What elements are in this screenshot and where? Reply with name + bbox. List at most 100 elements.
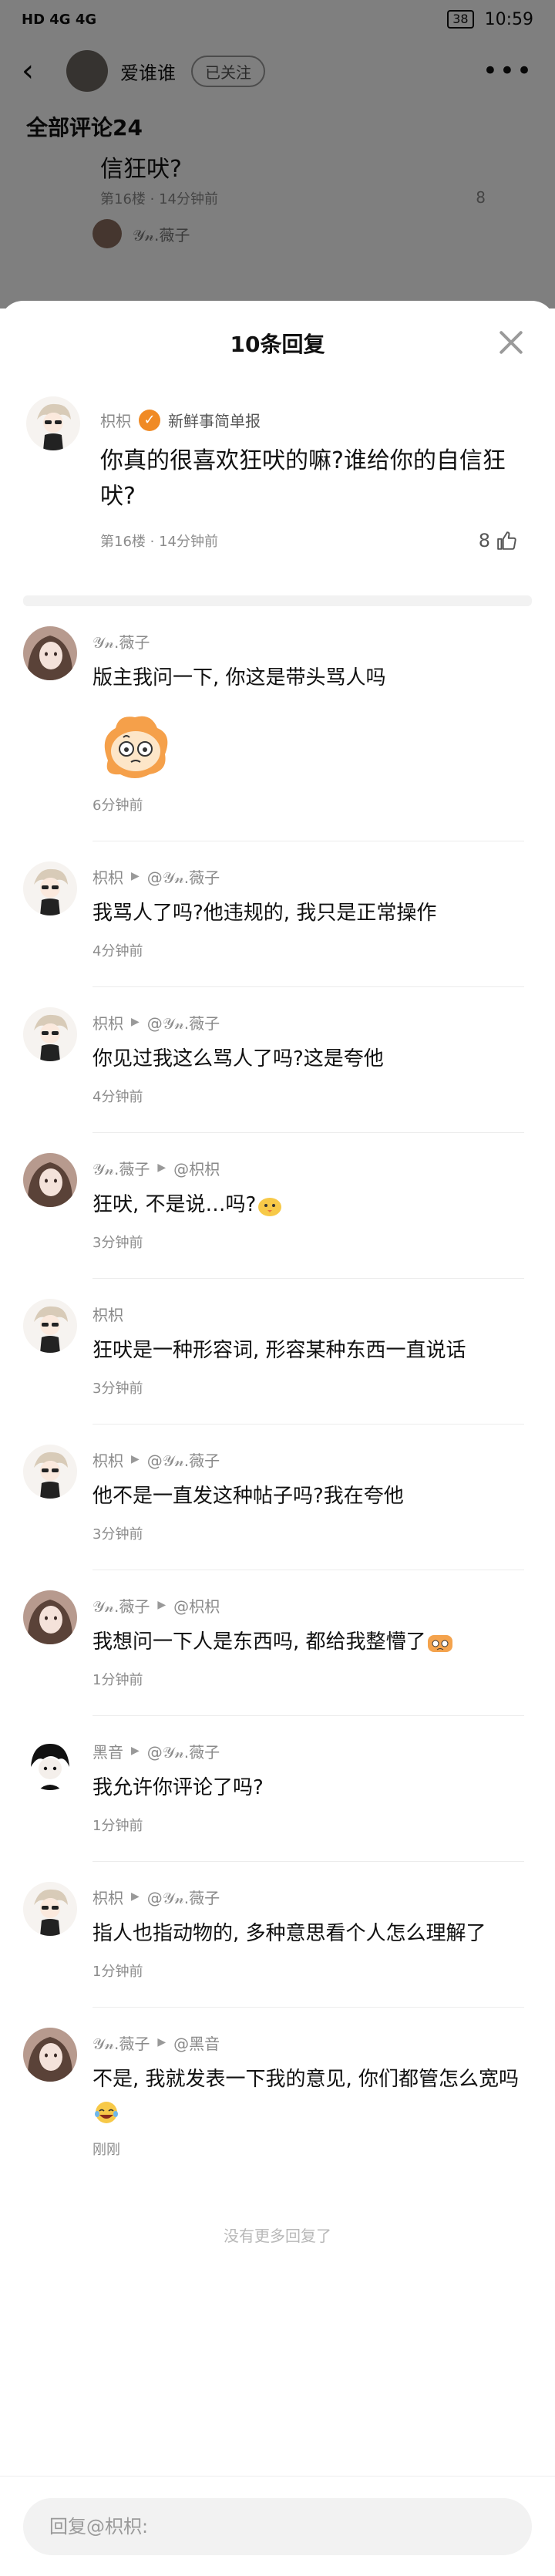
- avatar[interactable]: [23, 1882, 77, 1936]
- reply-text: 我骂人了吗?他违规的, 我只是正常操作: [92, 897, 524, 929]
- avatar[interactable]: [23, 861, 77, 915]
- replies-sheet: 10条回复 枳枳 ✓ 新鲜事简单报 你真的很喜欢狂吠的嘛?谁给你的自信狂吠? 第…: [0, 301, 555, 2576]
- arrow-right-icon: ▶: [157, 2036, 166, 2048]
- main-author[interactable]: 枳枳: [100, 409, 131, 431]
- reply-text: 狂吠是一种形容词, 形容某种东西一直说话: [92, 1334, 524, 1367]
- thumb-up-icon: [497, 531, 516, 550]
- dazed-emoji-icon: [426, 1630, 454, 1655]
- reply-text: 你见过我这么骂人了吗?这是夸他: [92, 1043, 524, 1075]
- main-comment-meta: 第16楼 · 14分钟前: [100, 534, 218, 550]
- reply-time: 3分钟前: [92, 1526, 143, 1543]
- arrow-right-icon: ▶: [131, 1745, 140, 1757]
- avatar[interactable]: [23, 1590, 77, 1644]
- reply-time: 4分钟前: [92, 943, 143, 959]
- reply-item[interactable]: 枳枳 ▶ @𝒴𝓃.薇子你见过我这么骂人了吗?这是夸他 4分钟前: [0, 987, 555, 1133]
- avatar[interactable]: [26, 396, 80, 450]
- reply-item[interactable]: 枳枳 ▶ @𝒴𝓃.薇子指人也指动物的, 多种意思看个人怎么理解了 1分钟前: [0, 1862, 555, 2008]
- arrow-right-icon: ▶: [131, 1890, 140, 1903]
- reply-text: 我允许你评论了吗?: [92, 1772, 524, 1804]
- reply-item[interactable]: 枳枳 ▶ @𝒴𝓃.薇子我骂人了吗?他违规的, 我只是正常操作 4分钟前: [0, 841, 555, 987]
- reply-text-content: 狂吠, 不是说…吗?: [92, 1193, 257, 1216]
- reply-target[interactable]: @黑音: [173, 2031, 220, 2054]
- arrow-right-icon: ▶: [131, 870, 140, 882]
- reply-time: 1分钟前: [92, 1818, 143, 1834]
- reply-author[interactable]: 𝒴𝓃.薇子: [92, 1157, 150, 1179]
- reply-target[interactable]: @枳枳: [173, 1594, 220, 1617]
- avatar[interactable]: [23, 626, 77, 680]
- reply-text-content: 版主我问一下, 你这是带头骂人吗: [92, 666, 386, 690]
- reply-author[interactable]: 枳枳: [92, 1886, 123, 1908]
- reply-text: 指人也指动物的, 多种意思看个人怎么理解了: [92, 1917, 524, 1950]
- chibi-avatar-icon: [26, 396, 80, 450]
- like-count: 8: [478, 530, 490, 551]
- reply-author[interactable]: 𝒴𝓃.薇子: [92, 2031, 150, 2054]
- reply-target[interactable]: @𝒴𝓃.薇子: [147, 1740, 220, 1762]
- reply-time: 3分钟前: [92, 1381, 143, 1397]
- reply-author[interactable]: 黑音: [92, 1740, 123, 1762]
- reply-author[interactable]: 枳枳: [92, 1448, 123, 1471]
- reply-input[interactable]: [23, 2497, 532, 2555]
- reply-time: 6分钟前: [92, 797, 143, 814]
- avatar[interactable]: [23, 1007, 77, 1061]
- reply-time: 1分钟前: [92, 1672, 143, 1688]
- reply-author[interactable]: 枳枳: [92, 1011, 123, 1033]
- reply-item[interactable]: 黑音 ▶ @𝒴𝓃.薇子我允许你评论了吗? 1分钟前: [0, 1716, 555, 1862]
- reply-text-content: 你见过我这么骂人了吗?这是夸他: [92, 1047, 384, 1071]
- avatar[interactable]: [23, 1153, 77, 1207]
- laugh-emoji-icon: [92, 2100, 120, 2125]
- arrow-right-icon: ▶: [131, 1016, 140, 1028]
- reply-list: 𝒴𝓃.薇子 版主我问一下, 你这是带头骂人吗 6分钟前 枳枳 ▶ @𝒴𝓃.薇子 我骂人了吗?…: [0, 606, 555, 2185]
- reply-text: 版主我问一下, 你这是带头骂人吗: [92, 662, 524, 694]
- arrow-right-icon: ▶: [157, 1162, 166, 1174]
- reply-text: 我想问一下人是东西吗, 都给我整懵了: [92, 1626, 524, 1658]
- reply-text-content: 我想问一下人是东西吗, 都给我整懵了: [92, 1630, 426, 1654]
- section-divider: [23, 595, 532, 606]
- no-more-replies: 没有更多回复了: [224, 2227, 331, 2245]
- reply-text-content: 狂吠是一种形容词, 形容某种东西一直说话: [92, 1339, 466, 1362]
- reply-item[interactable]: 𝒴𝓃.薇子 ▶ @黑音不是, 我就发表一下我的意见, 你们都管怎么宽吗刚刚: [0, 2008, 555, 2185]
- reply-target[interactable]: @𝒴𝓃.薇子: [147, 1886, 220, 1908]
- reply-author[interactable]: 枳枳: [92, 865, 123, 888]
- reply-time: 1分钟前: [92, 1964, 143, 1980]
- reply-item[interactable]: 𝒴𝓃.薇子 ▶ @枳枳我想问一下人是东西吗, 都给我整懵了 1分钟前: [0, 1570, 555, 1716]
- reply-author[interactable]: 𝒴𝓃.薇子: [92, 630, 150, 652]
- reply-item[interactable]: 𝒴𝓃.薇子版主我问一下, 你这是带头骂人吗 6分钟前: [0, 606, 555, 841]
- reply-text-content: 我骂人了吗?他违规的, 我只是正常操作: [92, 902, 437, 925]
- reply-target[interactable]: @𝒴𝓃.薇子: [147, 1011, 220, 1033]
- avatar[interactable]: [23, 1299, 77, 1353]
- reply-target[interactable]: @枳枳: [173, 1157, 220, 1179]
- avatar[interactable]: [23, 2028, 77, 2082]
- reply-time: 刚刚: [92, 2142, 120, 2158]
- sheet-header: 10条回复: [0, 301, 555, 386]
- reply-item[interactable]: 枳枳 ▶ @𝒴𝓃.薇子他不是一直发这种帖子吗?我在夸他 3分钟前: [0, 1425, 555, 1570]
- reply-text: 狂吠, 不是说…吗?: [92, 1189, 524, 1221]
- sheet-title: 10条回复: [230, 332, 325, 357]
- reply-time: 3分钟前: [92, 1235, 143, 1251]
- sticker-icon: [92, 706, 177, 784]
- badge-label: 新鲜事简单报: [168, 412, 261, 430]
- reply-target[interactable]: @𝒴𝓃.薇子: [147, 865, 220, 888]
- reply-author[interactable]: 𝒴𝓃.薇子: [92, 1594, 150, 1617]
- reply-item[interactable]: 𝒴𝓃.薇子 ▶ @枳枳狂吠, 不是说…吗? 3分钟前: [0, 1133, 555, 1279]
- arrow-right-icon: ▶: [157, 1599, 166, 1611]
- reply-time: 4分钟前: [92, 1089, 143, 1105]
- main-comment-text: 你真的很喜欢狂吠的嘛?谁给你的自信狂吠?: [100, 447, 506, 510]
- reply-text: 不是, 我就发表一下我的意见, 你们都管怎么宽吗: [92, 2063, 524, 2128]
- reply-text-content: 不是, 我就发表一下我的意见, 你们都管怎么宽吗: [92, 2068, 520, 2091]
- avatar[interactable]: [23, 1445, 77, 1499]
- reply-item[interactable]: 枳枳狂吠是一种形容词, 形容某种东西一直说话 3分钟前: [0, 1279, 555, 1425]
- arrow-right-icon: ▶: [131, 1453, 140, 1465]
- bottom-bar: [0, 2476, 555, 2576]
- like-button[interactable]: 8: [479, 530, 516, 551]
- main-comment: 枳枳 ✓ 新鲜事简单报 你真的很喜欢狂吠的嘛?谁给你的自信狂吠? 第16楼 · …: [0, 386, 555, 586]
- reply-target[interactable]: @𝒴𝓃.薇子: [147, 1448, 220, 1471]
- reply-text-content: 指人也指动物的, 多种意思看个人怎么理解了: [92, 1922, 486, 1945]
- reply-text-content: 我允许你评论了吗?: [92, 1776, 264, 1799]
- close-icon[interactable]: [498, 329, 524, 355]
- reply-text: 他不是一直发这种帖子吗?我在夸他: [92, 1480, 524, 1512]
- modal-overlay[interactable]: [0, 0, 555, 309]
- reply-author[interactable]: 枳枳: [92, 1303, 123, 1325]
- verified-badge-icon: ✓: [139, 409, 160, 431]
- chick-emoji-icon: [256, 1193, 284, 1218]
- avatar[interactable]: [23, 1736, 77, 1790]
